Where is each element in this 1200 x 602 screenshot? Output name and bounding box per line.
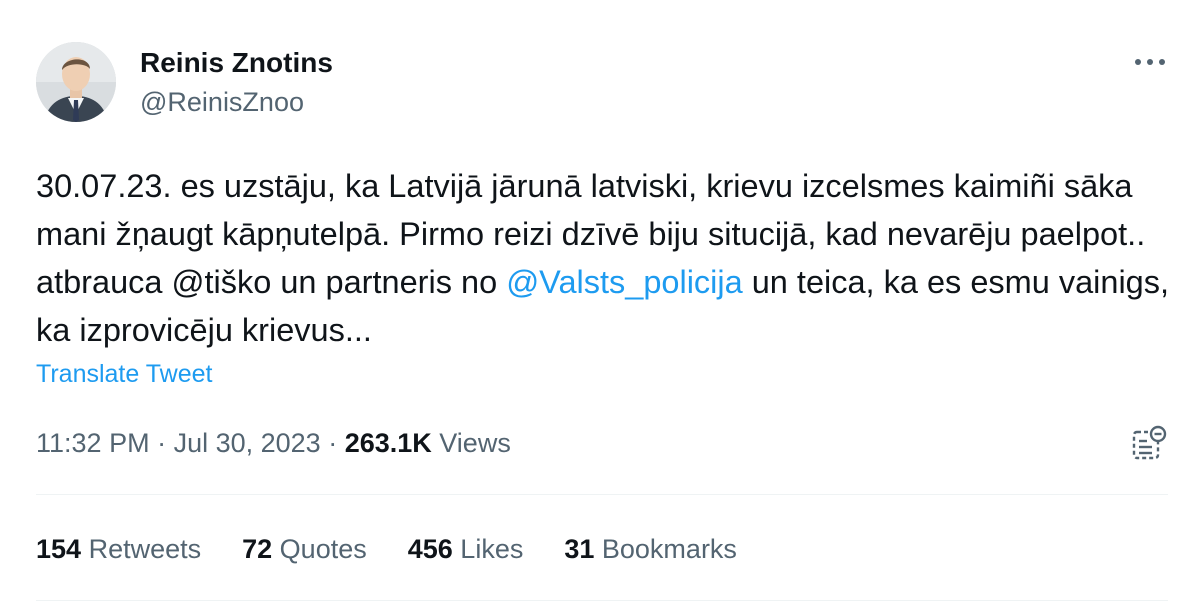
tweet-text: 30.07.23. es uzstāju, ka Latvijā jārunā … (36, 162, 1176, 354)
analytics-icon (1132, 425, 1167, 460)
stat-count: 154 (36, 534, 82, 564)
views-count: 263.1K (344, 428, 432, 458)
divider (36, 494, 1168, 495)
tweet-date[interactable]: Jul 30, 2023 (174, 428, 321, 458)
translate-tweet-link[interactable]: Translate Tweet (36, 358, 212, 390)
avatar[interactable] (36, 42, 116, 122)
mention-link[interactable]: @Valsts_policija (506, 264, 743, 300)
stat-label: Likes (452, 534, 524, 564)
divider (36, 600, 1168, 601)
retweets-stat[interactable]: 154 Retweets (36, 531, 201, 567)
tweet-meta: 11:32 PM · Jul 30, 2023 · 263.1K Views (36, 425, 511, 461)
avatar-image (36, 42, 116, 122)
stat-label: Retweets (81, 534, 202, 564)
stat-count: 31 (564, 534, 595, 564)
bookmarks-stat[interactable]: 31 Bookmarks (564, 531, 737, 567)
tweet-card: Reinis Znotins @ReinisZnoo 30.07.23. es … (0, 0, 1200, 602)
quotes-stat[interactable]: 72 Quotes (242, 531, 367, 567)
meta-separator: · (149, 428, 174, 458)
analytics-button[interactable] (1128, 424, 1168, 464)
author-handle[interactable]: @ReinisZnoo (140, 85, 333, 119)
more-options-button[interactable] (1128, 50, 1172, 74)
meta-separator: · (320, 428, 345, 458)
author-names: Reinis Znotins @ReinisZnoo (140, 46, 333, 119)
stat-label: Quotes (272, 534, 367, 564)
likes-stat[interactable]: 456 Likes (408, 531, 524, 567)
author-display-name[interactable]: Reinis Znotins (140, 46, 333, 80)
more-horizontal-icon (1135, 59, 1165, 65)
tweet-time[interactable]: 11:32 PM (36, 428, 150, 458)
views-label: Views (431, 428, 511, 458)
stat-count: 72 (242, 534, 273, 564)
tweet-stats: 154 Retweets 72 Quotes 456 Likes 31 Book… (36, 531, 778, 567)
stat-label: Bookmarks (594, 534, 737, 564)
stat-count: 456 (407, 534, 453, 564)
tweet-header: Reinis Znotins @ReinisZnoo (36, 42, 333, 122)
